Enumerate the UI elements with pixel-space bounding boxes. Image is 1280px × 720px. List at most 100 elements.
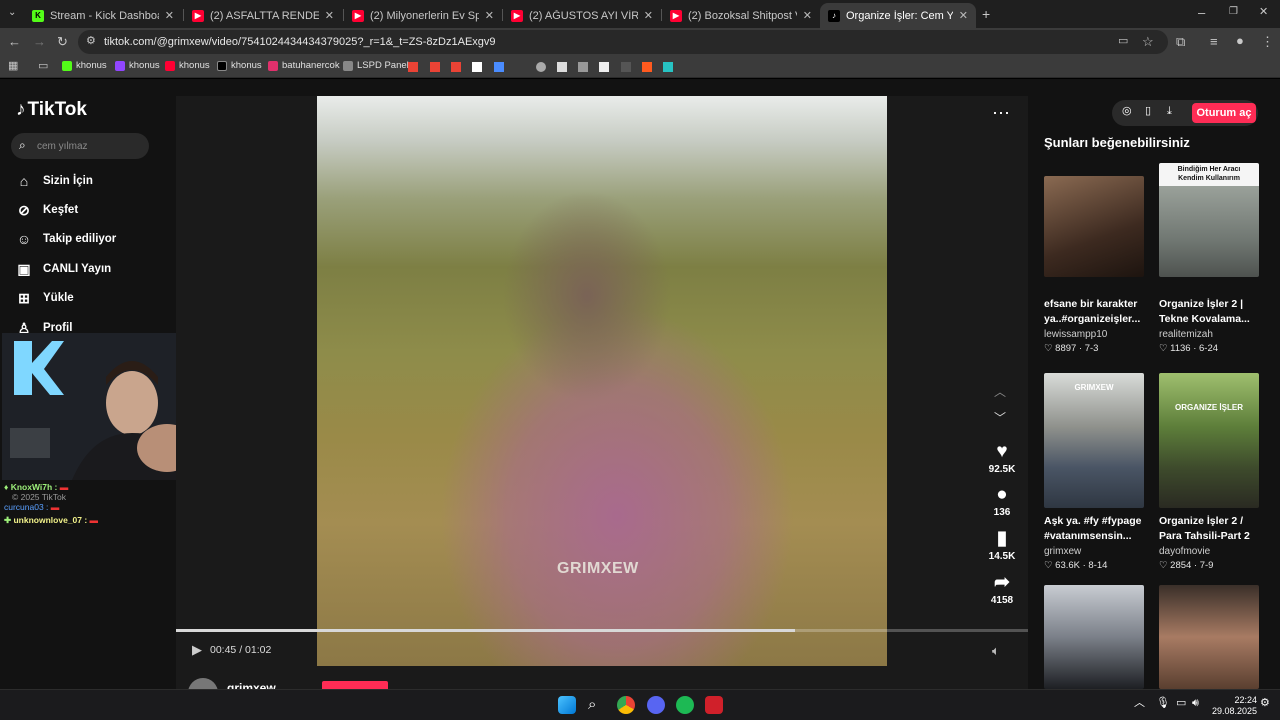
- close-icon[interactable]: ✕: [803, 9, 812, 22]
- bookmark-icon[interactable]: [472, 62, 482, 72]
- forward-icon[interactable]: →: [33, 35, 46, 48]
- apps-grid-icon[interactable]: ▦: [8, 61, 18, 72]
- chrome-icon[interactable]: [617, 696, 635, 714]
- spotify-icon[interactable]: [676, 696, 694, 714]
- gmail-icon[interactable]: [430, 62, 440, 72]
- sidebar-item-explore[interactable]: ⊘ Keşfet: [16, 202, 78, 218]
- next-video-icon[interactable]: ﹀: [994, 412, 1006, 424]
- tab-youtube-2[interactable]: ▶ (2) Milyonerlerin Ev Spor Salonl ✕: [344, 3, 502, 28]
- microphone-icon[interactable]: 🎙︎: [1156, 698, 1170, 709]
- device-icon[interactable]: ▯: [1145, 106, 1151, 117]
- share-button[interactable]: ➦ 4158: [982, 573, 1022, 606]
- video-player[interactable]: GRIMXEW: [317, 96, 887, 666]
- tiktok-logo[interactable]: ♪ TikTok: [16, 99, 87, 121]
- new-tab-icon[interactable]: +: [982, 7, 990, 21]
- flag-icon: ▬: [89, 515, 99, 525]
- menu-icon[interactable]: ⋮: [1261, 35, 1274, 48]
- restore-icon[interactable]: ❐: [1229, 7, 1238, 17]
- bookmark-icon[interactable]: [663, 62, 673, 72]
- close-icon[interactable]: ✕: [165, 9, 174, 22]
- chat-line: ♦ KnoxWi7h : ▬: [4, 482, 69, 492]
- extensions-icon[interactable]: ⧉: [1176, 35, 1185, 48]
- previous-video-icon[interactable]: ︿: [994, 386, 1006, 398]
- bookmark-khonus-kick[interactable]: khonus: [62, 60, 107, 71]
- folder-icon[interactable]: ▭: [38, 61, 48, 72]
- video-card[interactable]: ORGANIZE İŞLER Organize İşler 2 / Para T…: [1159, 373, 1259, 571]
- bookmark-lspd-panel[interactable]: LSPD Panel: [343, 60, 409, 71]
- back-icon[interactable]: ←: [8, 35, 21, 48]
- sidebar-item-live[interactable]: ▣ CANLI Yayın: [16, 261, 111, 277]
- save-button[interactable]: ▮ 14.5K: [982, 529, 1022, 562]
- search-icon[interactable]: ⌕: [588, 697, 596, 712]
- video-time: ▶ 00:45 / 01:02: [192, 642, 272, 658]
- discord-icon[interactable]: [647, 696, 665, 714]
- video-card[interactable]: GRIMXEW Aşk ya. #fy #fypage #vatanımsens…: [1044, 373, 1144, 571]
- bookmark-khonus-twitch[interactable]: khonus: [115, 60, 160, 71]
- video-card[interactable]: [1044, 585, 1144, 689]
- tab-search-icon[interactable]: ⌄: [8, 8, 16, 18]
- bookmark-khonus-youtube[interactable]: khonus: [165, 60, 210, 71]
- minimize-icon[interactable]: –: [1198, 6, 1205, 19]
- calculator-icon[interactable]: [557, 62, 567, 72]
- more-options-icon[interactable]: ⋯: [992, 104, 1010, 122]
- globe-icon[interactable]: [536, 62, 546, 72]
- tab-kick-dashboard[interactable]: K Stream - Kick Dashboard ✕: [24, 3, 182, 28]
- tab-tiktok-active[interactable]: ♪ Organize İşler: Cem Yılmaz ve K ✕: [820, 3, 976, 28]
- tab-youtube-1[interactable]: ▶ (2) ASFALTTA RENDELENDİ! Tür ✕: [184, 3, 342, 28]
- windows-start-icon[interactable]: [558, 696, 576, 714]
- coin-icon[interactable]: ◎: [1122, 106, 1132, 117]
- address-bar[interactable]: ⚙ tiktok.com/@grimxew/video/754102443443…: [78, 30, 1168, 54]
- tab-youtube-4[interactable]: ▶ (2) Bozoksal Shitpost V4 | Eight ✕: [662, 3, 820, 28]
- close-icon[interactable]: ✕: [644, 9, 653, 22]
- bookmark-icon[interactable]: [599, 62, 609, 72]
- sidebar-item-following[interactable]: ☺ Takip ediliyor: [16, 231, 116, 247]
- bookmark-star-icon[interactable]: ☆: [1142, 35, 1154, 48]
- bookmark-icon[interactable]: [621, 62, 631, 72]
- bookmark-khonus-x[interactable]: khonus: [217, 60, 262, 71]
- search-input[interactable]: ⌕ cem yılmaz: [11, 133, 149, 159]
- gmail-icon[interactable]: [451, 62, 461, 72]
- bookmark-icon[interactable]: [578, 62, 588, 72]
- play-icon[interactable]: ▶: [192, 642, 202, 658]
- url-text[interactable]: tiktok.com/@grimxew/video/75410244344343…: [104, 36, 496, 48]
- video-watermark: GRIMXEW: [557, 560, 639, 577]
- like-button[interactable]: ♥ 92.5K: [982, 442, 1022, 475]
- youtube-icon: [165, 60, 175, 71]
- sidebar-item-upload[interactable]: ⊞ Yükle: [16, 290, 74, 306]
- following-icon: ☺: [16, 231, 32, 247]
- video-card[interactable]: [1159, 585, 1259, 689]
- bookmark-icon[interactable]: [642, 62, 652, 72]
- speaker-icon[interactable]: 🔊︎: [1192, 698, 1199, 709]
- site-info-icon[interactable]: ⚙: [86, 36, 96, 47]
- live-icon: ▣: [17, 260, 31, 277]
- media-control-icon[interactable]: ≡: [1210, 35, 1218, 48]
- download-icon[interactable]: ⤓: [1167, 106, 1172, 117]
- video-card[interactable]: Bindiğim Her Aracı Kendim Kullanırım Org…: [1159, 163, 1259, 354]
- gmail-icon[interactable]: [408, 62, 418, 72]
- tab-youtube-3[interactable]: ▶ (2) AĞUSTOS AYI VİRAL VİDEOL ✕: [503, 3, 661, 28]
- window-close-icon[interactable]: ✕: [1259, 7, 1268, 18]
- tray-overflow-icon[interactable]: ︿: [1134, 698, 1145, 709]
- network-icon[interactable]: ▭: [1176, 698, 1186, 709]
- bookmark-batuhanercok[interactable]: batuhanercok: [268, 60, 340, 71]
- author-avatar[interactable]: [188, 678, 218, 689]
- volume-icon[interactable]: 🔈︎: [992, 644, 1000, 657]
- notifications-icon[interactable]: ⚙: [1260, 698, 1270, 709]
- close-icon[interactable]: ✕: [485, 9, 494, 22]
- sidebar-item-for-you[interactable]: ⌂ Sizin İçin: [16, 173, 93, 189]
- kick-icon: [62, 60, 72, 71]
- video-card[interactable]: efsane bir karakter ya..#organizeişler..…: [1044, 176, 1144, 354]
- bookmark-icon[interactable]: [494, 62, 504, 72]
- stream-app-icon[interactable]: [705, 696, 723, 714]
- close-icon[interactable]: ✕: [325, 9, 334, 22]
- follow-button[interactable]: [322, 681, 388, 689]
- video-progress-bar[interactable]: [176, 629, 1028, 632]
- profile-avatar-icon[interactable]: ●: [1236, 34, 1244, 47]
- author-name[interactable]: grimxew: [227, 681, 276, 689]
- login-button[interactable]: Oturum aç: [1192, 103, 1256, 123]
- reload-icon[interactable]: ↻: [57, 35, 68, 48]
- close-icon[interactable]: ✕: [959, 9, 968, 22]
- comment-button[interactable]: ● 136: [982, 485, 1022, 518]
- system-clock[interactable]: 22:24 29.08.2025: [1212, 695, 1257, 717]
- install-app-icon[interactable]: ▭: [1118, 36, 1128, 47]
